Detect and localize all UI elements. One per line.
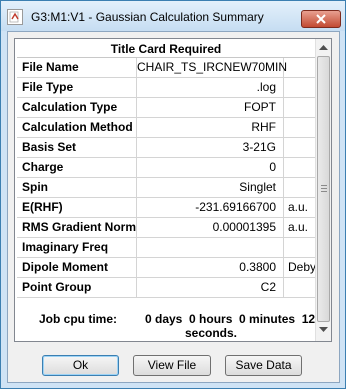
cpu-time-value: 0 days 0 hours 0 minutes 12.0 seconds. (145, 312, 315, 339)
row-unit (284, 98, 315, 117)
row-unit (284, 238, 315, 257)
row-label: Charge (17, 158, 137, 177)
row-label: RMS Gradient Norm (17, 218, 137, 237)
row-value: .log (137, 78, 284, 97)
close-icon (316, 14, 326, 24)
row-unit (284, 278, 315, 297)
table-row: E(RHF) -231.69166700 a.u. (17, 198, 315, 218)
row-unit (284, 118, 315, 137)
row-value: 0.3800 (137, 258, 284, 277)
scroll-thumb[interactable] (317, 56, 330, 322)
scroll-up-arrow-icon[interactable] (319, 45, 328, 50)
summary-window: G3:M1:V1 - Gaussian Calculation Summary … (0, 0, 346, 389)
scroll-grip-icon (321, 185, 327, 192)
row-value: -231.69166700 (137, 198, 284, 217)
row-label: Basis Set (17, 138, 137, 157)
table-header: Title Card Required (17, 41, 315, 58)
row-label: Calculation Method (17, 118, 137, 137)
view-file-button[interactable]: View File (133, 355, 211, 376)
table-row: Point Group C2 (17, 278, 315, 298)
table-row: File Name CHAIR_TS_IRCNEW70MIN (17, 58, 315, 78)
row-unit: Debye (288, 260, 315, 274)
cpu-time-line-1: 0 days 0 hours 0 minutes 12.0 (145, 312, 315, 326)
table-row: Basis Set 3-21G (17, 138, 315, 158)
table-row: Calculation Type FOPT (17, 98, 315, 118)
table-row: Charge 0 (17, 158, 315, 178)
row-unit (284, 138, 315, 157)
title-bar[interactable]: G3:M1:V1 - Gaussian Calculation Summary (1, 1, 345, 31)
row-label: Point Group (17, 278, 137, 297)
table-row: Calculation Method RHF (17, 118, 315, 138)
summary-table: Title Card Required File Name CHAIR_TS_I… (17, 41, 315, 339)
row-label: Dipole Moment (17, 258, 137, 277)
row-value: 0.00001395 (137, 218, 284, 237)
row-unit (284, 178, 315, 197)
row-label: File Type (17, 78, 137, 97)
gaussview-document-icon[interactable] (7, 9, 23, 25)
row-value: Singlet (137, 178, 284, 197)
row-label: Spin (17, 178, 137, 197)
close-button[interactable] (301, 10, 341, 28)
row-unit: a.u. (288, 200, 309, 214)
ok-button[interactable]: Ok (42, 355, 119, 376)
cpu-time-line-2: seconds. (185, 326, 238, 339)
row-value: 0 (137, 158, 284, 177)
row-label: Calculation Type (17, 98, 137, 117)
row-value: C2 (137, 278, 284, 297)
save-data-button[interactable]: Save Data (225, 355, 302, 376)
cpu-time-section: Job cpu time: 0 days 0 hours 0 minutes 1… (17, 303, 315, 339)
row-value: CHAIR_TS_IRCNEW70MIN (137, 58, 287, 77)
row-value (137, 238, 284, 257)
row-unit (284, 158, 315, 177)
table-row: RMS Gradient Norm 0.00001395 a.u. (17, 218, 315, 238)
row-unit: a.u. (288, 220, 309, 234)
table-row: Dipole Moment 0.3800 Debye (17, 258, 315, 278)
row-label: Imaginary Freq (17, 238, 137, 257)
scroll-down-arrow-icon[interactable] (319, 327, 328, 332)
table-row: File Type .log (17, 78, 315, 98)
row-value: 3-21G (137, 138, 284, 157)
table-row: Spin Singlet (17, 178, 315, 198)
row-label: E(RHF) (17, 198, 137, 217)
row-unit (284, 78, 315, 97)
cpu-time-label: Job cpu time: (39, 312, 118, 326)
summary-panel: Title Card Required File Name CHAIR_TS_I… (14, 38, 332, 342)
table-row: Imaginary Freq (17, 238, 315, 258)
window-title: G3:M1:V1 - Gaussian Calculation Summary (31, 10, 264, 24)
dialog-body: Title Card Required File Name CHAIR_TS_I… (7, 31, 340, 383)
row-unit (284, 58, 315, 77)
row-value: FOPT (137, 98, 284, 117)
vertical-scrollbar[interactable] (315, 39, 331, 341)
row-label: File Name (17, 58, 137, 77)
row-value: RHF (137, 118, 284, 137)
